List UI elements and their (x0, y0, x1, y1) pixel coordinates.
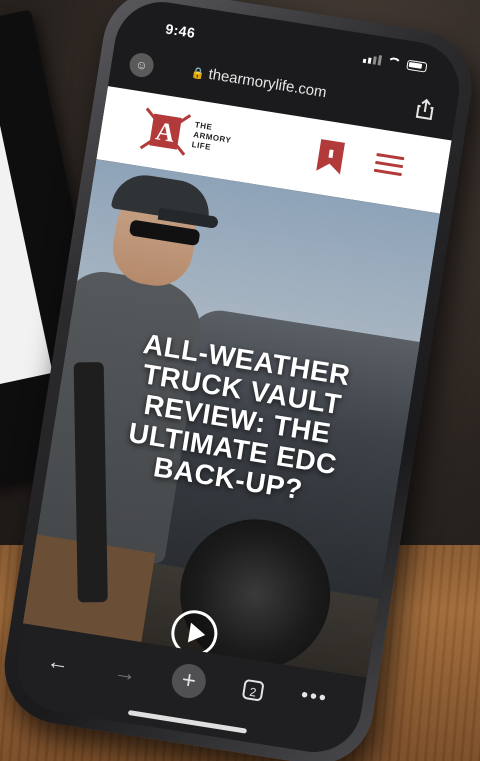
forward-arrow-icon[interactable]: → (112, 658, 139, 687)
frame-mat (0, 79, 53, 390)
profile-icon[interactable]: ☺ (127, 51, 156, 79)
back-arrow-icon[interactable]: ← (45, 648, 71, 677)
plus-icon[interactable]: + (169, 661, 209, 701)
photo-scene: 9:46 ☺ 🔒 thearmorylife.com A THE ARMORY … (0, 0, 480, 761)
site-logo[interactable]: A (136, 102, 195, 161)
lock-icon: 🔒 (190, 66, 206, 81)
wifi-icon (386, 56, 402, 69)
hero-image[interactable]: ALL-WEATHER TRUCK VAULT REVIEW: THE ULTI… (22, 159, 441, 678)
logo-wordmark: THE ARMORY LIFE (191, 120, 233, 156)
battery-icon (406, 59, 428, 73)
tabs-icon[interactable]: 2 (241, 678, 265, 702)
bookmark-icon[interactable] (315, 138, 346, 176)
signal-icon (362, 53, 383, 66)
more-icon[interactable]: ••• (299, 684, 329, 711)
status-icons (362, 53, 428, 73)
hamburger-icon[interactable] (373, 152, 405, 179)
status-time: 9:46 (164, 20, 197, 41)
url-text: thearmorylife.com (207, 65, 328, 102)
share-icon[interactable] (415, 97, 436, 122)
